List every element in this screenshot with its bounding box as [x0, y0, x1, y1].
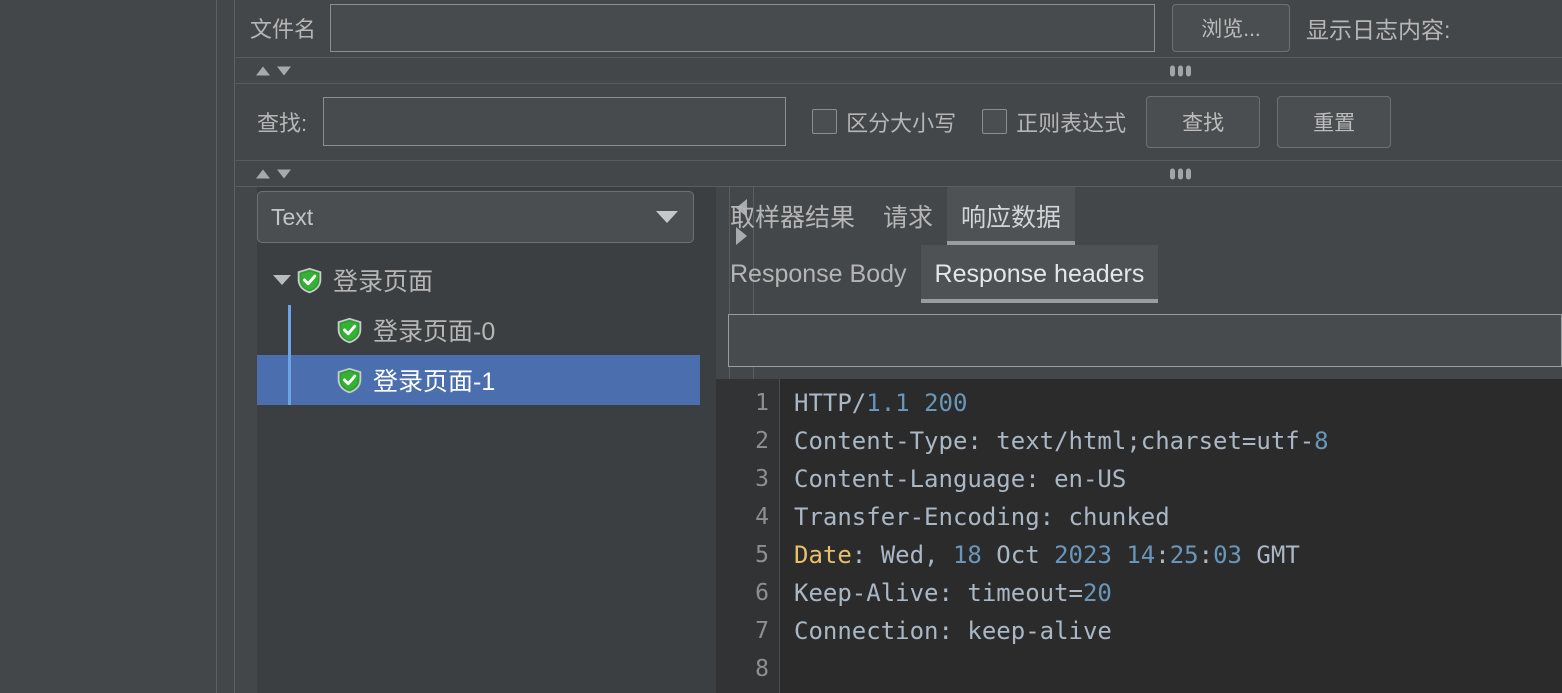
reset-button[interactable]: 重置: [1277, 95, 1392, 148]
line-number: 5: [755, 542, 769, 568]
code-token: : Wed,: [851, 541, 953, 569]
tree-node-child-0[interactable]: 登录页面-0: [257, 305, 700, 355]
line-number: 8: [755, 656, 769, 682]
find-label: 查找:: [257, 110, 308, 136]
tree-node-label: 登录页面: [333, 268, 434, 296]
response-headers-viewer[interactable]: 1 2 3 4 5 6 7 8 HTTP/1.1 200 Content-Type…: [716, 379, 1562, 693]
find-button[interactable]: 查找: [1146, 95, 1261, 148]
code-token: Content-Language: en-US: [794, 465, 1127, 493]
main-tab-bar: 取样器结果 请求 响应数据: [716, 187, 1076, 245]
case-sensitive-label: 区分大小写: [846, 110, 957, 136]
left-splitter[interactable]: [218, 0, 447, 693]
file-name-label: 文件名: [250, 16, 317, 42]
code-line: Transfer-Encoding: chunked: [794, 498, 1562, 536]
code-token: GMT: [1241, 541, 1300, 569]
green-shield-check-icon: [297, 267, 322, 293]
regex-checkbox[interactable]: 正则表达式: [982, 106, 1126, 138]
tab-sampler-result[interactable]: 取样器结果: [716, 187, 869, 245]
sampler-tree-pane: Text 登录页面 登录页面-0 登录页面-1: [257, 187, 716, 693]
sampler-result-tree[interactable]: 登录页面 登录页面-0 登录页面-1: [257, 255, 700, 693]
splitter-bottom-arrows[interactable]: [256, 169, 291, 178]
line-number: 2: [755, 428, 769, 454]
collapse-up-icon[interactable]: [256, 169, 270, 178]
tree-node-label: 登录页面-1: [373, 368, 496, 396]
response-headers-text: HTTP/1.1 200 Content-Type: text/html;char…: [780, 379, 1562, 693]
case-sensitive-checkbox-box[interactable]: [812, 109, 838, 134]
splitter-top-arrows[interactable]: [256, 66, 291, 75]
collapse-down-icon[interactable]: [277, 66, 291, 75]
horizontal-splitter-bottom[interactable]: [236, 160, 1562, 187]
code-token: 25: [1169, 541, 1199, 569]
line-number: 1: [755, 390, 769, 416]
subtab-response-body[interactable]: Response Body: [716, 245, 921, 303]
code-token: 03: [1213, 541, 1242, 569]
splitter-top-grip-icon[interactable]: [1170, 65, 1191, 76]
regex-checkbox-box[interactable]: [982, 109, 1008, 134]
code-token: :: [1155, 541, 1170, 569]
jmeter-window: 文件名 浏览... 显示日志内容: 查找: 区分大小写 正则表达式 查找 重置 …: [0, 0, 1562, 693]
code-token: Connection: keep-alive: [794, 617, 1112, 645]
code-line: Content-Type: text/html;charset=utf-8: [794, 422, 1562, 460]
render-format-value: Text: [271, 203, 314, 230]
line-number: 6: [755, 580, 769, 606]
green-shield-check-icon: [337, 367, 362, 393]
splitter-bottom-grip-icon[interactable]: [1170, 168, 1191, 179]
code-line: Date: Wed, 18 Oct 2023 14:25:03 GMT: [794, 536, 1562, 574]
code-token: Oct: [981, 541, 1055, 569]
tree-guide-line: [288, 355, 291, 405]
code-line: HTTP/1.1 200: [794, 384, 1562, 422]
code-token: HTTP/: [794, 389, 867, 417]
tab-request[interactable]: 请求: [869, 187, 947, 245]
find-row: 查找: 区分大小写 正则表达式 查找 重置: [236, 85, 1562, 158]
sub-tab-bar: Response Body Response headers: [716, 245, 1159, 303]
code-line: Connection: keep-alive: [794, 612, 1562, 650]
tree-node-root[interactable]: 登录页面: [257, 255, 700, 305]
subtab-response-headers[interactable]: Response headers: [920, 245, 1159, 303]
tab-response-data[interactable]: 响应数据: [947, 187, 1076, 245]
line-number-gutter: 1 2 3 4 5 6 7 8: [716, 379, 780, 693]
line-number: 3: [755, 466, 769, 492]
line-number: 4: [755, 504, 769, 530]
render-format-combobox[interactable]: Text: [257, 191, 694, 243]
code-token: :: [1198, 541, 1214, 569]
chevron-down-icon[interactable]: [269, 275, 295, 285]
browse-button[interactable]: 浏览...: [1172, 3, 1291, 52]
tree-guide-line: [288, 305, 291, 355]
tree-node-child-1[interactable]: 登录页面-1: [257, 355, 700, 405]
code-token: Date: [794, 541, 852, 569]
line-number: 7: [755, 618, 769, 644]
tree-node-label: 登录页面-0: [373, 318, 496, 346]
file-name-row: 文件名 浏览... 显示日志内容:: [236, 0, 1562, 55]
code-line: Content-Language: en-US: [794, 460, 1562, 498]
left-empty-panel: [0, 0, 217, 693]
code-token: Transfer-Encoding: chunked: [794, 503, 1170, 531]
show-log-content-label: 显示日志内容:: [1306, 16, 1451, 43]
code-token: Keep-Alive: timeout=: [794, 579, 1083, 607]
horizontal-splitter-top[interactable]: [236, 57, 1562, 84]
case-sensitive-checkbox[interactable]: 区分大小写: [812, 106, 956, 138]
find-input[interactable]: [323, 97, 787, 146]
results-area: Text 登录页面 登录页面-0 登录页面-1 取样器结果 请求 响应数据 Re…: [236, 187, 1562, 693]
code-token: 1.1: [866, 389, 910, 417]
collapse-down-icon[interactable]: [277, 169, 291, 178]
green-shield-check-icon: [337, 317, 362, 343]
code-token: 2023: [1054, 541, 1112, 569]
code-token: 8: [1314, 427, 1329, 455]
main-column: 文件名 浏览... 显示日志内容: 查找: 区分大小写 正则表达式 查找 重置 …: [236, 0, 1562, 693]
regex-label: 正则表达式: [1016, 110, 1127, 136]
collapse-up-icon[interactable]: [256, 66, 270, 75]
code-token: Content-Type: text/html;charset=utf-: [794, 427, 1315, 455]
response-pane: 取样器结果 请求 响应数据 Response Body Response hea…: [716, 187, 1562, 693]
code-token: 20: [1082, 579, 1112, 607]
code-token: 200: [924, 389, 968, 417]
chevron-down-icon[interactable]: [656, 211, 678, 223]
code-line: Keep-Alive: timeout=20: [794, 574, 1562, 612]
response-search-input[interactable]: [728, 314, 1562, 367]
code-token: 14: [1126, 541, 1156, 569]
code-token: 18: [952, 541, 982, 569]
file-name-input[interactable]: [330, 3, 1156, 52]
